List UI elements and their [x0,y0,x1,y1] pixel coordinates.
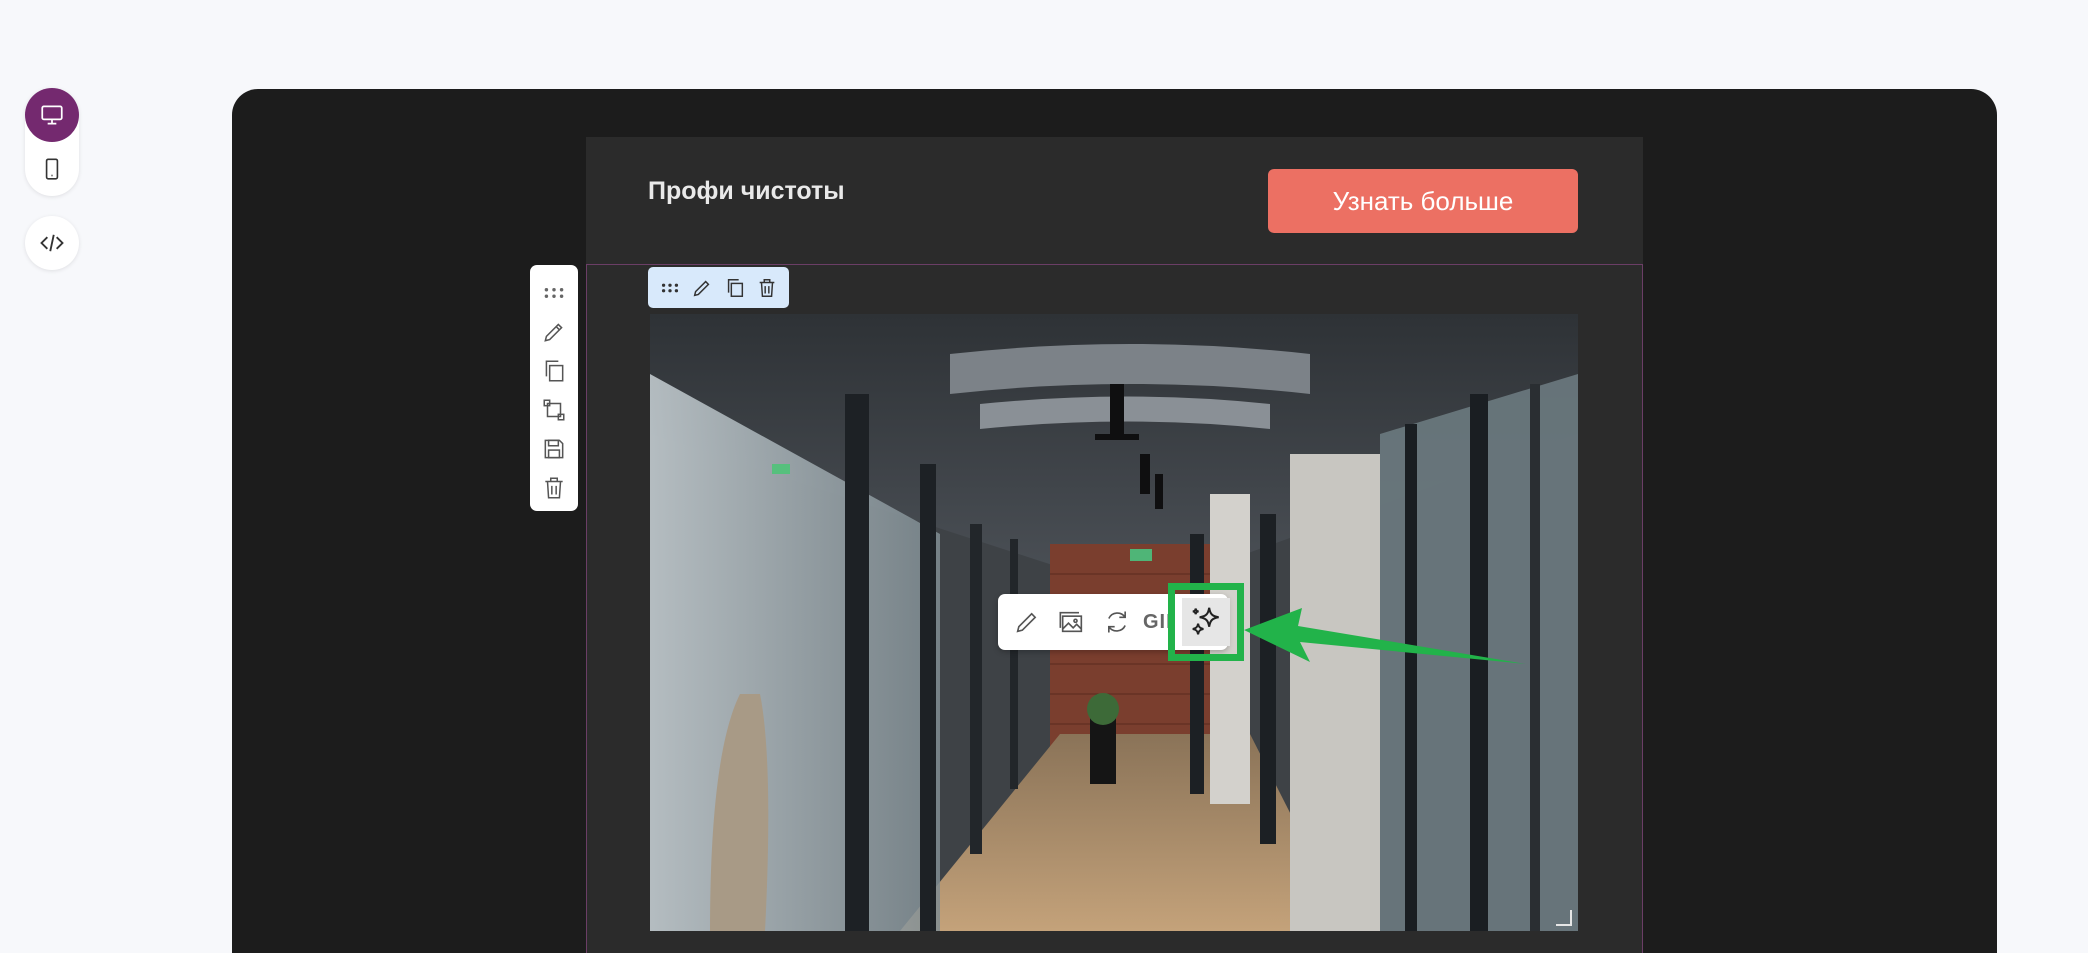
image-gallery-button[interactable] [1053,603,1091,641]
drag-handle[interactable] [538,277,570,308]
row-structure-button[interactable] [538,394,570,425]
mobile-icon [45,158,59,180]
code-view-button[interactable] [25,216,79,270]
image-replace-button[interactable] [1098,603,1136,641]
code-icon [40,234,64,252]
pencil-icon [544,322,563,342]
desktop-icon [41,105,63,125]
pencil-icon [694,280,710,296]
drag-dots-icon [662,283,679,292]
row-save-button[interactable] [538,433,570,464]
block-edit-button[interactable] [689,275,715,301]
image-edit-button[interactable] [1008,603,1046,641]
brand-name: Профи чистоты [648,177,845,205]
sparkles-icon [1192,607,1219,635]
desktop-view-button[interactable] [25,88,79,142]
trash-icon [759,278,775,297]
block-drag-handle[interactable] [657,275,683,301]
block-duplicate-button[interactable] [722,275,748,301]
block-toolbar [648,267,789,308]
image-gallery-icon [1059,611,1083,633]
annotation-arrow [1244,608,1526,664]
block-delete-button[interactable] [754,275,780,301]
row-edit-button[interactable] [538,316,570,347]
trash-icon [545,476,563,499]
save-icon [544,439,564,458]
image-resize-handle[interactable] [1556,910,1572,926]
device-toggle [25,88,79,196]
row-duplicate-button[interactable] [538,355,570,386]
learn-more-button[interactable]: Узнать больше [1268,169,1578,233]
refresh-icon [1108,611,1126,633]
pencil-icon [1016,612,1037,633]
copy-icon [727,278,743,297]
transform-icon [543,398,565,421]
drag-dots-icon [544,287,564,298]
row-toolbar [530,265,578,511]
mobile-view-button[interactable] [25,142,79,196]
row-delete-button[interactable] [538,472,570,503]
ai-generate-button[interactable] [1182,598,1230,646]
view-switcher [25,88,79,270]
copy-icon [545,359,564,382]
